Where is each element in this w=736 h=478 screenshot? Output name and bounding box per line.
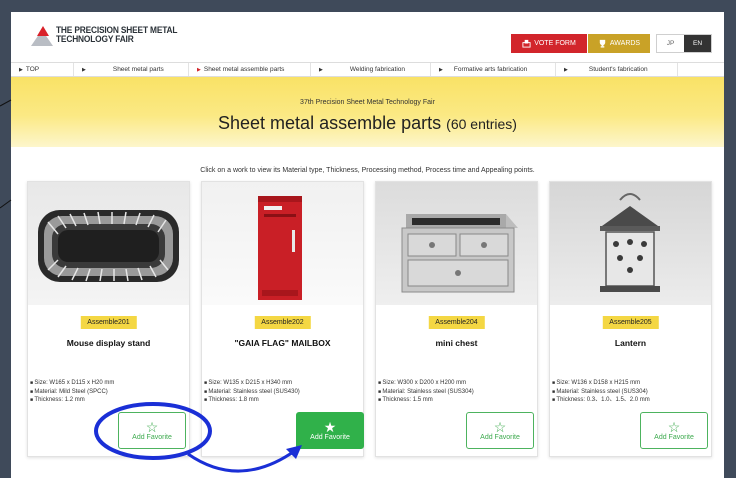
trophy-icon	[599, 39, 606, 48]
work-specs: Size: W300 x D200 x H200 mm Material: St…	[378, 379, 474, 405]
add-favorite-label: Add Favorite	[654, 434, 694, 441]
work-cards: Assemble201 Mouse display stand Size: W1…	[27, 181, 722, 461]
work-photo[interactable]	[376, 182, 537, 305]
page-title-text: Sheet metal assemble parts	[218, 113, 442, 133]
star-outline-icon: ☆	[145, 419, 159, 435]
work-specs: Size: W135 x D215 x H340 mm Material: St…	[204, 379, 300, 405]
category-banner: 37th Precision Sheet Metal Technology Fa…	[11, 77, 724, 147]
star-filled-icon: ★	[323, 419, 337, 435]
lang-jp-button[interactable]: JP	[657, 35, 684, 52]
spec-size: Size: W135 x D215 x H340 mm	[204, 379, 300, 388]
triangle-right-icon: ▶	[82, 66, 86, 73]
work-photo[interactable]	[202, 182, 363, 305]
callout-line	[0, 99, 12, 107]
nav-item-welding[interactable]: ▶ Welding fabrication	[311, 63, 431, 76]
spec-thickness: Thickness: 1.2 mm	[30, 396, 114, 405]
work-card[interactable]: Assemble201 Mouse display stand Size: W1…	[27, 181, 190, 457]
triangle-right-icon: ▶	[197, 66, 201, 73]
work-id-badge: Assemble201	[80, 316, 137, 329]
work-card[interactable]: Assemble205 Lantern Size: W136 x D158 x …	[549, 181, 712, 457]
awards-button[interactable]: AWARDS	[588, 34, 650, 53]
spec-size: Size: W165 x D115 x H20 mm	[30, 379, 114, 388]
work-photo[interactable]	[550, 182, 711, 305]
spec-thickness: Thickness: 0.3、1.0、1.5、2.0 mm	[552, 396, 649, 405]
work-photo[interactable]	[28, 182, 189, 305]
nav-label: Sheet metal parts	[112, 66, 164, 73]
nav-label: Formative arts fabrication	[453, 66, 528, 73]
fair-title: 37th Precision Sheet Metal Technology Fa…	[300, 99, 435, 106]
work-id-badge: Assemble205	[602, 316, 659, 329]
site-header: THE PRECISION SHEET METAL TECHNOLOGY FAI…	[11, 12, 724, 62]
work-specs: Size: W165 x D115 x H20 mm Material: Mil…	[30, 379, 114, 405]
spec-material: Material: Stainless steel (SUS304)	[378, 388, 473, 397]
nav-item-sheet-metal-parts[interactable]: ▶ Sheet metal parts	[74, 63, 189, 76]
work-name: "GAIA FLAG" MAILBOX	[234, 338, 331, 348]
main-nav: ▶ TOP ▶ Sheet metal parts ▶ Sheet metal …	[11, 62, 724, 77]
spec-material: Material: Mild Steel (SPCC)	[30, 388, 114, 397]
triangle-right-icon: ▶	[319, 66, 323, 73]
triangle-right-icon: ▶	[19, 66, 23, 73]
page: THE PRECISION SHEET METAL TECHNOLOGY FAI…	[11, 12, 724, 478]
add-favorite-button[interactable]: ☆ Add Favorite	[118, 412, 186, 449]
spec-size: Size: W300 x D200 x H200 mm	[378, 379, 474, 388]
spec-material: Material: Stainless steel (SUS430)	[204, 388, 299, 397]
awards-label: AWARDS	[609, 40, 641, 47]
nav-item-formative-arts[interactable]: ▶ Formative arts fabrication	[431, 63, 556, 76]
spec-thickness: Thickness: 1.5 mm	[378, 396, 474, 405]
add-favorite-label: Add Favorite	[310, 434, 350, 441]
star-outline-icon: ☆	[667, 419, 681, 435]
instruction-text: Click on a work to view its Material typ…	[200, 167, 535, 174]
language-switch: JP EN	[656, 34, 712, 53]
work-name: mini chest	[435, 338, 478, 348]
site-logo[interactable]: THE PRECISION SHEET METAL TECHNOLOGY FAI…	[31, 26, 194, 46]
logo-icon	[31, 26, 53, 46]
spec-size: Size: W136 x D158 x H215 mm	[552, 379, 650, 388]
work-card[interactable]: Assemble202 "GAIA FLAG" MAILBOX Size: W1…	[201, 181, 364, 457]
entry-count: (60 entries)	[446, 116, 517, 132]
vote-form-button[interactable]: VOTE FORM	[511, 34, 587, 53]
nav-item-students[interactable]: ▶ Student's fabrication	[556, 63, 678, 76]
nav-item-assemble-parts[interactable]: ▶ Sheet metal assemble parts	[189, 63, 311, 76]
nav-label: Welding fabrication	[349, 66, 406, 73]
add-favorite-label: Add Favorite	[480, 434, 520, 441]
ballot-box-icon	[522, 39, 531, 48]
vote-form-label: VOTE FORM	[534, 40, 576, 47]
spec-material: Material: Stainless steel (SUS304)	[552, 388, 650, 397]
work-name: Mouse display stand	[66, 338, 151, 348]
triangle-right-icon: ▶	[439, 66, 443, 73]
triangle-right-icon: ▶	[564, 66, 568, 73]
logo-line-2: TECHNOLOGY FAIR	[56, 34, 134, 45]
work-id-badge: Assemble204	[428, 316, 485, 329]
spec-thickness: Thickness: 1.8 mm	[204, 396, 300, 405]
add-favorite-button[interactable]: ☆ Add Favorite	[640, 412, 708, 449]
work-name: Lantern	[614, 338, 647, 348]
work-id-badge: Assemble202	[254, 316, 311, 329]
nav-item-top[interactable]: ▶ TOP	[11, 63, 74, 76]
nav-label: Student's fabrication	[588, 66, 648, 73]
nav-label: TOP	[25, 66, 40, 73]
page-title: Sheet metal assemble parts (60 entries)	[11, 113, 724, 134]
work-specs: Size: W136 x D158 x H215 mm Material: St…	[552, 379, 650, 405]
work-card[interactable]: Assemble204 mini chest Size: W300 x D200…	[375, 181, 538, 457]
nav-label: Sheet metal assemble parts	[203, 66, 285, 73]
add-favorite-button[interactable]: ☆ Add Favorite	[466, 412, 534, 449]
add-favorite-label: Add Favorite	[132, 434, 172, 441]
lang-en-button[interactable]: EN	[684, 35, 711, 52]
add-favorite-button[interactable]: ★ Add Favorite	[296, 412, 364, 449]
star-outline-icon: ☆	[493, 419, 507, 435]
callout-line	[0, 199, 12, 209]
